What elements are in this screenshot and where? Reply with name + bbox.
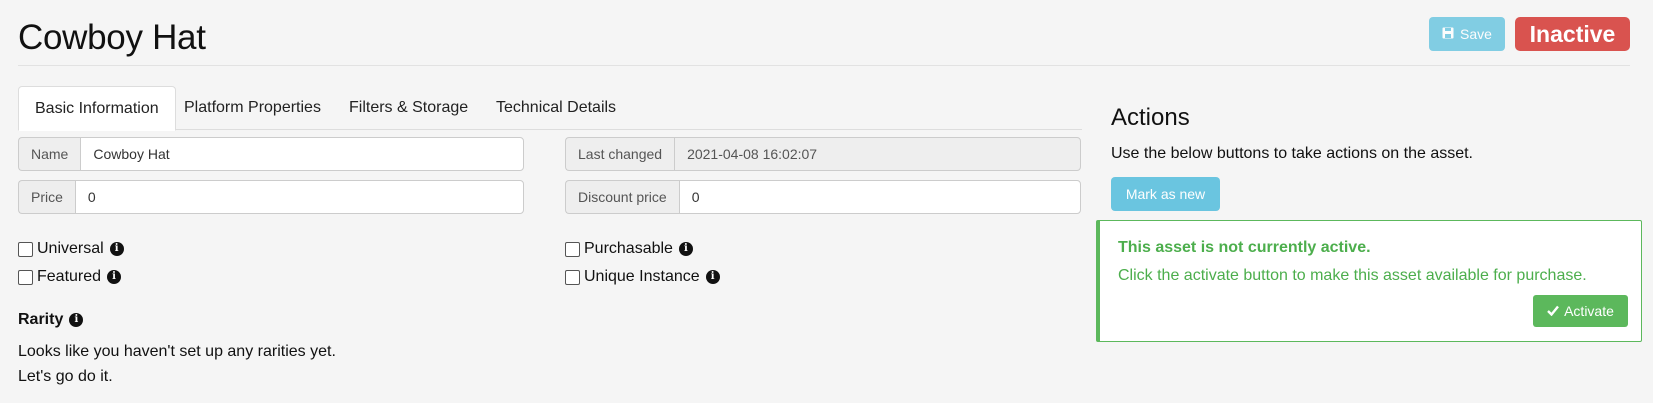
rarity-setup-link[interactable]: Let's go do it. — [18, 364, 336, 389]
purchasable-label: Purchasable — [584, 240, 673, 257]
save-button-label: Save — [1460, 26, 1492, 42]
header-divider — [18, 65, 1630, 66]
featured-label: Featured — [37, 268, 102, 285]
info-icon[interactable]: i — [678, 242, 693, 256]
activate-button[interactable]: Activate — [1533, 295, 1628, 327]
unique-instance-checkbox-row: Unique Instance i — [565, 268, 720, 286]
last-changed-label: Last changed — [565, 137, 675, 171]
tab-bar: Basic Information Platform Properties Fi… — [18, 86, 1082, 131]
actions-heading: Actions — [1111, 104, 1190, 131]
universal-label: Universal — [37, 240, 104, 257]
info-icon[interactable]: i — [69, 313, 84, 327]
alert-text: Click the activate button to make this a… — [1118, 267, 1587, 284]
unique-instance-checkbox[interactable] — [565, 269, 580, 285]
status-inactive-button[interactable]: Inactive — [1515, 17, 1630, 51]
tab-filters-storage[interactable]: Filters & Storage — [333, 86, 484, 130]
universal-checkbox[interactable] — [18, 241, 33, 257]
rarity-heading-label: Rarity — [18, 311, 64, 328]
purchasable-checkbox[interactable] — [565, 241, 580, 257]
price-input[interactable]: 0 — [74, 180, 524, 214]
rarity-message-line: Looks like you haven't set up any rariti… — [18, 343, 336, 360]
rarity-empty-message: Looks like you haven't set up any rariti… — [18, 339, 336, 389]
discount-price-input-group: Discount price 0 — [565, 180, 1081, 214]
price-label: Price — [18, 180, 75, 214]
tab-basic-information[interactable]: Basic Information — [18, 86, 176, 131]
name-input[interactable]: Cowboy Hat — [80, 137, 524, 171]
name-input-group: Name Cowboy Hat — [18, 137, 524, 171]
inactive-alert: This asset is not currently active. Clic… — [1096, 220, 1642, 342]
tab-platform-properties[interactable]: Platform Properties — [168, 86, 337, 130]
rarity-heading: Rarity i — [18, 311, 84, 329]
tab-technical-details[interactable]: Technical Details — [480, 86, 632, 130]
purchasable-checkbox-row: Purchasable i — [565, 240, 693, 258]
featured-checkbox[interactable] — [18, 269, 33, 285]
page-title: Cowboy Hat — [18, 18, 206, 57]
discount-price-input[interactable]: 0 — [678, 180, 1081, 214]
unique-instance-label: Unique Instance — [584, 268, 700, 285]
floppy-disk-icon — [1442, 26, 1454, 42]
actions-description: Use the below buttons to take actions on… — [1111, 145, 1473, 162]
info-icon[interactable]: i — [705, 270, 720, 284]
checkmark-icon — [1547, 303, 1560, 319]
save-button[interactable]: Save — [1429, 17, 1505, 51]
featured-checkbox-row: Featured i — [18, 268, 122, 286]
price-input-group: Price 0 — [18, 180, 524, 214]
alert-title: This asset is not currently active. — [1118, 239, 1371, 256]
last-changed-input-group: Last changed 2021-04-08 16:02:07 — [565, 137, 1081, 171]
discount-price-label: Discount price — [565, 180, 679, 214]
name-label: Name — [18, 137, 81, 171]
activate-button-label: Activate — [1564, 303, 1614, 319]
mark-as-new-button[interactable]: Mark as new — [1111, 177, 1220, 211]
last-changed-field: 2021-04-08 16:02:07 — [674, 137, 1081, 171]
universal-checkbox-row: Universal i — [18, 240, 124, 258]
info-icon[interactable]: i — [107, 270, 122, 284]
info-icon[interactable]: i — [109, 242, 124, 256]
